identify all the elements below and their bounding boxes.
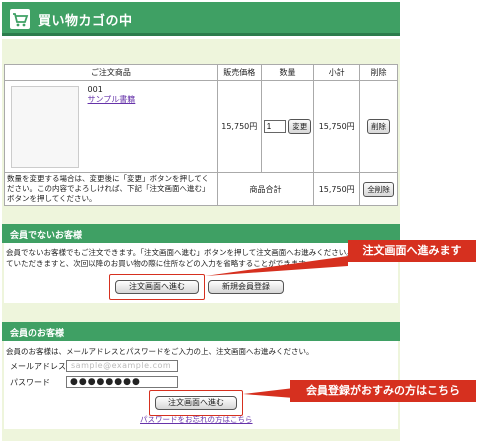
highlight-box bbox=[149, 390, 243, 416]
quantity-input[interactable] bbox=[263, 120, 286, 133]
column-header: 販売価格 bbox=[216, 64, 262, 81]
price-cell: 15,750円 bbox=[216, 80, 262, 173]
page-title: 買い物カゴの中 bbox=[38, 14, 133, 29]
table-header-row: ご注文商品 販売価格 数量 小計 削除 bbox=[4, 64, 398, 81]
delete-cell: 削除 bbox=[359, 80, 398, 173]
column-header: 削除 bbox=[359, 64, 398, 81]
member-section-title: 会員のお客様 bbox=[2, 322, 400, 341]
table-footer-row: 数量を変更する場合は、変更後に「変更」ボタンを押してください。この内容でよろしけ… bbox=[4, 172, 398, 206]
guest-section-title: 会員でないお客様 bbox=[2, 224, 400, 243]
product-code: 001 bbox=[87, 84, 103, 94]
cart-header: 買い物カゴの中 bbox=[2, 2, 400, 36]
note-text: 数量を変更する場合は、変更後に「変更」ボタンを押してください。この内容でよろしけ… bbox=[4, 172, 218, 206]
cart-table: ご注文商品 販売価格 数量 小計 削除 001 サンプル書籍 15,750円 変… bbox=[4, 64, 398, 206]
subtotal-cell: 15,750円 bbox=[313, 80, 361, 173]
table-row: 001 サンプル書籍 15,750円 変更 15,750円 削除 bbox=[4, 80, 398, 173]
callout-order: 注文画面へ進みます bbox=[348, 240, 476, 262]
delete-all-button[interactable]: 全削除 bbox=[363, 181, 394, 197]
email-field[interactable]: sample@example.com bbox=[66, 360, 178, 372]
delete-all-cell: 全削除 bbox=[359, 172, 398, 206]
product-cell: 001 サンプル書籍 bbox=[4, 80, 218, 173]
product-image[interactable] bbox=[11, 85, 79, 168]
password-field[interactable]: ●●●●●●●● bbox=[66, 376, 178, 388]
total-label: 商品合計 bbox=[216, 172, 315, 206]
email-label: メールアドレス bbox=[10, 362, 66, 371]
member-description: 会員のお客様は、メールアドレスとパスワードをご入力の上、注文画面へお進みください… bbox=[6, 347, 314, 356]
register-button[interactable]: 新規会員登録 bbox=[208, 280, 284, 294]
change-button[interactable]: 変更 bbox=[288, 119, 312, 134]
highlight-box bbox=[109, 274, 205, 300]
callout-member: 会員登録がおすみの方はこちら bbox=[290, 380, 476, 402]
column-header: 小計 bbox=[313, 64, 361, 81]
product-link[interactable]: サンプル書籍 bbox=[88, 94, 136, 105]
column-header: ご注文商品 bbox=[4, 64, 218, 81]
column-header: 数量 bbox=[260, 64, 315, 81]
quantity-cell: 変更 bbox=[260, 80, 315, 173]
delete-button[interactable]: 削除 bbox=[367, 119, 391, 134]
cart-icon bbox=[10, 9, 30, 29]
password-label: パスワード bbox=[10, 378, 50, 387]
guest-description: 会員でないお客様でもご注文できます。「注文画面へ進む」ボタンを押して注文画面へお… bbox=[6, 248, 392, 268]
forgot-password-link[interactable]: パスワードをお忘れの方はこちら bbox=[140, 414, 253, 425]
total-value: 15,750円 bbox=[313, 172, 361, 206]
